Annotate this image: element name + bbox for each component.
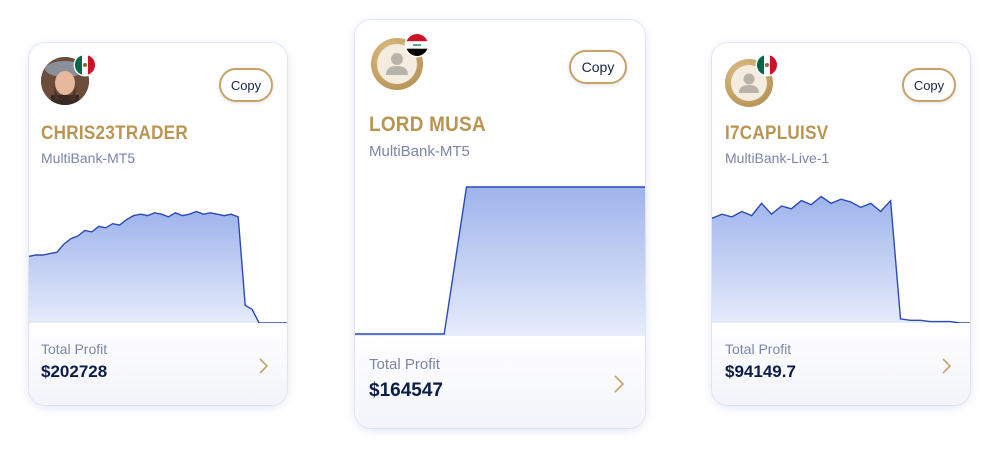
trader-name: CHRIS23TRADER xyxy=(41,123,188,144)
server-name: MultiBank-MT5 xyxy=(41,150,136,166)
total-profit-value: $94149.7 xyxy=(725,362,796,381)
equity-chart xyxy=(712,195,970,325)
card-footer[interactable]: Total Profit $94149.7 xyxy=(712,323,970,405)
mexico-flag-icon xyxy=(757,55,777,75)
total-profit-value: $202728 xyxy=(41,362,108,381)
copy-button[interactable]: Copy xyxy=(219,68,273,102)
card-footer[interactable]: Total Profit $202728 xyxy=(29,323,287,405)
chevron-right-icon[interactable] xyxy=(940,357,952,375)
trader-card[interactable]: Copy I7CAPLUISV MultiBank-Live-1 Total P… xyxy=(712,43,970,405)
total-profit-label: Total Profit xyxy=(369,356,440,373)
iraq-flag-icon xyxy=(406,34,428,56)
avatar xyxy=(371,34,428,90)
total-profit-label: Total Profit xyxy=(41,341,108,357)
equity-area xyxy=(355,187,645,336)
chevron-right-icon[interactable] xyxy=(612,374,626,394)
trader-name: LORD MUSA xyxy=(369,113,486,136)
server-name: MultiBank-MT5 xyxy=(369,143,470,160)
trader-card[interactable]: Copy LORD MUSA MultiBank-MT5 Total Profi… xyxy=(355,20,645,428)
equity-chart xyxy=(29,210,287,325)
mexico-flag-icon xyxy=(75,55,95,75)
server-name: MultiBank-Live-1 xyxy=(725,150,830,166)
trader-name: I7CAPLUISV xyxy=(725,123,829,144)
avatar xyxy=(41,55,95,105)
equity-area xyxy=(29,211,287,325)
equity-chart xyxy=(355,186,645,336)
card-footer[interactable]: Total Profit $164547 xyxy=(355,336,645,428)
copy-button[interactable]: Copy xyxy=(902,68,956,102)
copy-button[interactable]: Copy xyxy=(569,50,627,84)
trader-card[interactable]: Copy CHRIS23TRADER MultiBank-MT5 Total P… xyxy=(29,43,287,405)
total-profit-label: Total Profit xyxy=(725,341,792,357)
chevron-right-icon[interactable] xyxy=(257,357,269,375)
total-profit-value: $164547 xyxy=(369,380,443,401)
avatar xyxy=(725,55,777,107)
